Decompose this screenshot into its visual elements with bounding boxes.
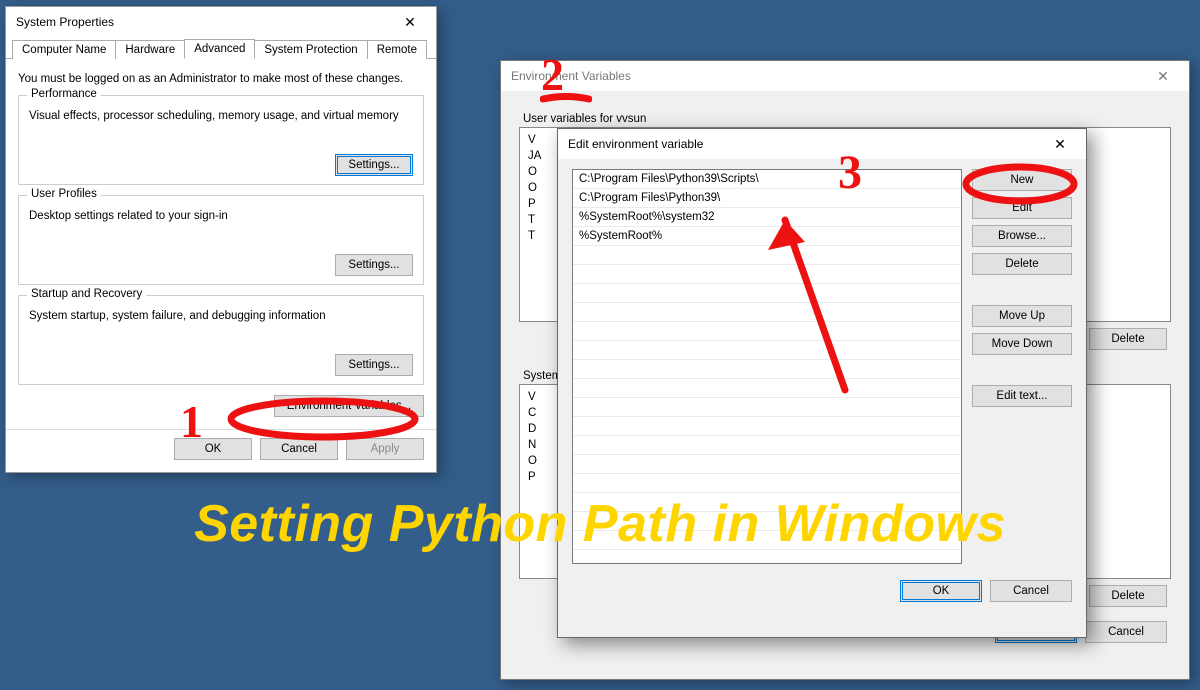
tab-remote[interactable]: Remote xyxy=(367,40,427,59)
path-item[interactable]: C:\Program Files\Python39\ xyxy=(573,189,961,208)
user-profiles-text: Desktop settings related to your sign-in xyxy=(29,210,413,222)
admin-note: You must be logged on as an Administrato… xyxy=(18,73,424,85)
tab-advanced[interactable]: Advanced xyxy=(184,39,255,59)
close-icon[interactable]: ✕ xyxy=(390,9,430,35)
path-item-empty[interactable] xyxy=(573,360,961,379)
performance-text: Visual effects, processor scheduling, me… xyxy=(29,110,413,122)
user-vars-label: User variables for vvsun xyxy=(523,113,1171,125)
edit-environment-variable-dialog: Edit environment variable ✕ C:\Program F… xyxy=(557,128,1087,638)
sysprop-cancel-button[interactable]: Cancel xyxy=(260,438,338,460)
path-item-empty[interactable] xyxy=(573,303,961,322)
env-titlebar: Environment Variables ✕ xyxy=(501,61,1189,91)
path-item-empty[interactable] xyxy=(573,417,961,436)
path-move-down-button[interactable]: Move Down xyxy=(972,333,1072,355)
performance-settings-button[interactable]: Settings... xyxy=(335,154,413,176)
path-new-button[interactable]: New xyxy=(972,169,1072,191)
tab-hardware[interactable]: Hardware xyxy=(115,40,185,59)
startup-recovery-legend: Startup and Recovery xyxy=(27,288,146,300)
close-icon[interactable]: ✕ xyxy=(1143,63,1183,89)
startup-recovery-group: Startup and Recovery System startup, sys… xyxy=(18,295,424,385)
user-profiles-settings-button[interactable]: Settings... xyxy=(335,254,413,276)
path-item-empty[interactable] xyxy=(573,550,961,564)
sys-delete-button[interactable]: Delete xyxy=(1089,585,1167,607)
path-item-empty[interactable] xyxy=(573,531,961,550)
path-edit-text-button[interactable]: Edit text... xyxy=(972,385,1072,407)
sysprop-titlebar: System Properties ✕ xyxy=(6,7,436,37)
editvar-titlebar: Edit environment variable ✕ xyxy=(558,129,1086,159)
path-move-up-button[interactable]: Move Up xyxy=(972,305,1072,327)
user-profiles-legend: User Profiles xyxy=(27,188,101,200)
performance-legend: Performance xyxy=(27,88,101,100)
path-item-empty[interactable] xyxy=(573,436,961,455)
path-item-empty[interactable] xyxy=(573,493,961,512)
path-item-empty[interactable] xyxy=(573,379,961,398)
tab-computer-name[interactable]: Computer Name xyxy=(12,40,116,59)
user-profiles-group: User Profiles Desktop settings related t… xyxy=(18,195,424,285)
performance-group: Performance Visual effects, processor sc… xyxy=(18,95,424,185)
path-list[interactable]: C:\Program Files\Python39\Scripts\ C:\Pr… xyxy=(572,169,962,564)
path-edit-button[interactable]: Edit xyxy=(972,197,1072,219)
env-cancel-button[interactable]: Cancel xyxy=(1085,621,1167,643)
path-item-empty[interactable] xyxy=(573,512,961,531)
path-item-empty[interactable] xyxy=(573,246,961,265)
startup-recovery-settings-button[interactable]: Settings... xyxy=(335,354,413,376)
sysprop-title: System Properties xyxy=(16,15,390,29)
path-item-empty[interactable] xyxy=(573,265,961,284)
editvar-ok-button[interactable]: OK xyxy=(900,580,982,602)
path-delete-button[interactable]: Delete xyxy=(972,253,1072,275)
startup-recovery-text: System startup, system failure, and debu… xyxy=(29,310,413,322)
sysprop-tabs: Computer Name Hardware Advanced System P… xyxy=(6,37,436,59)
path-item[interactable]: %SystemRoot%\system32 xyxy=(573,208,961,227)
sysprop-ok-button[interactable]: OK xyxy=(174,438,252,460)
path-item-empty[interactable] xyxy=(573,284,961,303)
path-item[interactable]: C:\Program Files\Python39\Scripts\ xyxy=(573,170,961,189)
tab-system-protection[interactable]: System Protection xyxy=(254,40,367,59)
environment-variables-button[interactable]: Environment Variables... xyxy=(274,395,424,417)
path-item[interactable]: %SystemRoot% xyxy=(573,227,961,246)
editvar-cancel-button[interactable]: Cancel xyxy=(990,580,1072,602)
path-item-empty[interactable] xyxy=(573,341,961,360)
path-item-empty[interactable] xyxy=(573,455,961,474)
path-item-empty[interactable] xyxy=(573,322,961,341)
env-title: Environment Variables xyxy=(511,69,1143,83)
close-icon[interactable]: ✕ xyxy=(1040,131,1080,157)
path-item-empty[interactable] xyxy=(573,474,961,493)
path-item-empty[interactable] xyxy=(573,398,961,417)
sysprop-apply-button: Apply xyxy=(346,438,424,460)
system-properties-dialog: System Properties ✕ Computer Name Hardwa… xyxy=(5,6,437,473)
user-delete-button[interactable]: Delete xyxy=(1089,328,1167,350)
editvar-title: Edit environment variable xyxy=(568,137,1040,151)
path-browse-button[interactable]: Browse... xyxy=(972,225,1072,247)
